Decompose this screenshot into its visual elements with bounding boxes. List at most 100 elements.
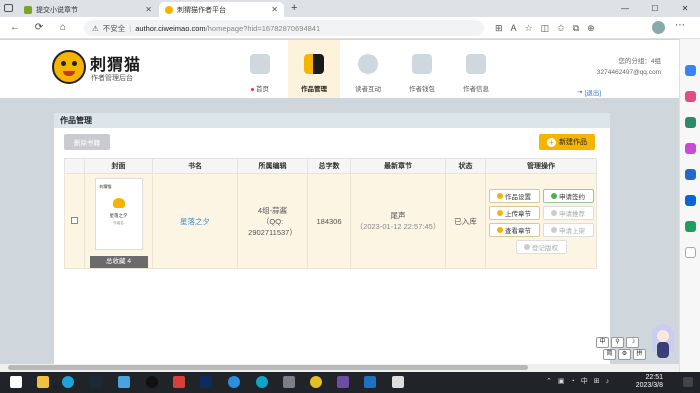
- terminal-app-icon[interactable]: [392, 376, 404, 388]
- handshake-icon: [551, 192, 557, 199]
- favorites-count: 总收藏 4: [89, 256, 148, 268]
- cloud-app-icon[interactable]: [118, 376, 130, 388]
- ime-simplified-button[interactable]: 简: [603, 349, 616, 360]
- new-tab-button[interactable]: +: [291, 2, 297, 14]
- register-copyright-button[interactable]: 登记版权: [515, 239, 567, 254]
- clock-date: 2023/3/8: [635, 382, 663, 389]
- tab-actions-icon[interactable]: [4, 4, 13, 12]
- steam-icon[interactable]: [90, 376, 102, 388]
- id-card-icon: [466, 54, 486, 74]
- ime-toolbar: 中 ⚲ ☽ 简 ⚙ 拼: [596, 337, 646, 361]
- split-screen-icon[interactable]: ◫: [541, 20, 550, 36]
- table-header-row: 封面 书名 所属编辑 总字数 最新章节 状态 管理操作: [64, 158, 597, 174]
- ime-pinyin-button[interactable]: 拼: [633, 349, 646, 360]
- tray-expand-icon[interactable]: ⌃: [546, 375, 552, 389]
- tray-language[interactable]: 中: [581, 375, 588, 389]
- tray-ime-icon[interactable]: ⊞: [594, 375, 600, 389]
- purple-app-icon[interactable]: [337, 376, 349, 388]
- works-table: 封面 书名 所属编辑 总字数 最新章节 状态 管理操作 刺猬猫 星落之夕 作者名…: [64, 158, 597, 269]
- tray-volume-icon[interactable]: ♪: [606, 375, 610, 389]
- delete-book-button[interactable]: 删除书籍: [64, 134, 110, 150]
- network-app-icon[interactable]: [256, 376, 268, 388]
- office-icon[interactable]: [685, 169, 696, 180]
- ime-moon-button[interactable]: ☽: [626, 337, 639, 348]
- read-aloud-icon[interactable]: A: [511, 20, 517, 36]
- horizontal-scrollbar[interactable]: [0, 364, 679, 372]
- refresh-button[interactable]: ⟳: [32, 21, 46, 35]
- back-button[interactable]: ←: [8, 21, 22, 35]
- home-button[interactable]: ⌂: [56, 21, 70, 35]
- ime-settings-button[interactable]: ⚙: [618, 349, 631, 360]
- apply-sign-button[interactable]: 申请签约: [542, 188, 594, 203]
- start-button-icon[interactable]: [10, 376, 22, 388]
- row-checkbox[interactable]: [71, 216, 78, 224]
- nav-author-info[interactable]: 作者信息: [450, 40, 502, 98]
- browser-app-icon[interactable]: [228, 376, 240, 388]
- add-sidebar-icon[interactable]: [685, 247, 696, 258]
- favorite-star-icon[interactable]: ☆: [525, 20, 533, 36]
- yellow-app-icon[interactable]: [310, 376, 322, 388]
- edge-sidebar: [679, 39, 700, 372]
- tree-icon[interactable]: [685, 221, 696, 232]
- operations: 作品设置 申请签约 上传章节 申请推荐 查看章节 申请上架 登记版权: [486, 188, 596, 254]
- shopping-tag-icon[interactable]: [685, 91, 696, 102]
- tab-submit-chapter[interactable]: 提交小说章节 ✕: [18, 2, 158, 17]
- work-settings-button[interactable]: 作品设置: [488, 188, 540, 203]
- logo-text[interactable]: 刺猬猫: [90, 51, 141, 75]
- notification-icon[interactable]: [683, 377, 693, 387]
- photoshop-icon[interactable]: [200, 376, 212, 388]
- mascot-character-icon[interactable]: [648, 322, 678, 362]
- col-latest-chapter: 最新章节: [350, 158, 446, 174]
- edge-browser-icon[interactable]: [62, 376, 74, 388]
- close-tab-icon[interactable]: ✕: [271, 5, 278, 14]
- apply-recommend-button[interactable]: 申请推荐: [542, 205, 594, 220]
- search-icon[interactable]: [685, 65, 696, 76]
- upload-chapter-button[interactable]: 上传章节: [488, 205, 540, 220]
- nav-home[interactable]: 首页: [234, 40, 286, 98]
- close-window-button[interactable]: ✕: [670, 0, 700, 17]
- warning-icon: ⚠: [92, 23, 99, 33]
- nav-works[interactable]: 作品管理: [288, 40, 340, 98]
- maximize-button[interactable]: ☐: [640, 0, 670, 17]
- landscape-app-icon[interactable]: [364, 376, 376, 388]
- book-name-link[interactable]: 星落之夕: [180, 217, 210, 226]
- media-app-icon[interactable]: [173, 376, 185, 388]
- url-field[interactable]: ⚠ 不安全 | author.ciweimao.com/homepage?hid…: [84, 20, 484, 36]
- extensions-icon[interactable]: ⊕: [587, 20, 595, 36]
- paw-icon: [358, 54, 378, 74]
- more-menu-icon[interactable]: ⋯: [675, 20, 685, 31]
- nav-wallet[interactable]: 作者钱包: [396, 40, 448, 98]
- window-app-icon[interactable]: [283, 376, 295, 388]
- new-work-button[interactable]: + 新建作品: [539, 134, 595, 150]
- reader-view-icon[interactable]: ⊞: [495, 20, 503, 36]
- view-chapters-button[interactable]: 查看章节: [488, 222, 540, 237]
- op-label: 申请推荐: [559, 210, 585, 218]
- tab-author-platform[interactable]: 刺猬猫作者平台 ✕: [159, 2, 284, 17]
- new-work-label: 新建作品: [559, 139, 587, 146]
- collections-icon[interactable]: ⧉: [573, 20, 579, 36]
- ime-search-button[interactable]: ⚲: [611, 337, 624, 348]
- outlook-icon[interactable]: [685, 195, 696, 206]
- close-tab-icon[interactable]: ✕: [145, 5, 152, 14]
- nav-reader-interaction[interactable]: 读者互动: [342, 40, 394, 98]
- taskbar-clock[interactable]: 22:51 2023/3/8: [633, 374, 663, 390]
- book-cover[interactable]: 刺猬猫 星落之夕 作者名 总收藏 4: [89, 174, 148, 268]
- apply-shelve-button[interactable]: 申请上架: [542, 222, 594, 237]
- tools-icon[interactable]: [685, 117, 696, 128]
- wallet-icon: [412, 54, 432, 74]
- qq-penguin-icon[interactable]: [146, 376, 158, 388]
- nav-label: 首页: [256, 86, 269, 93]
- favorites-icon[interactable]: ✩: [557, 20, 565, 36]
- latest-chapter-time: （2023-01-12 22:57:45）: [355, 222, 441, 231]
- tray-wifi-icon[interactable]: ◔: [571, 375, 575, 389]
- tray-app-icon[interactable]: ▣: [558, 375, 565, 389]
- scrollbar-thumb[interactable]: [8, 365, 528, 370]
- profile-avatar[interactable]: [652, 21, 665, 34]
- ciweimao-logo-icon[interactable]: [52, 50, 86, 84]
- games-icon[interactable]: [685, 143, 696, 154]
- ime-chinese-button[interactable]: 中: [596, 337, 609, 348]
- logout-link[interactable]: ⇥ [退出]: [577, 87, 601, 97]
- file-explorer-icon[interactable]: [37, 376, 49, 388]
- minimize-button[interactable]: —: [610, 0, 640, 17]
- copyright-icon: [524, 243, 530, 250]
